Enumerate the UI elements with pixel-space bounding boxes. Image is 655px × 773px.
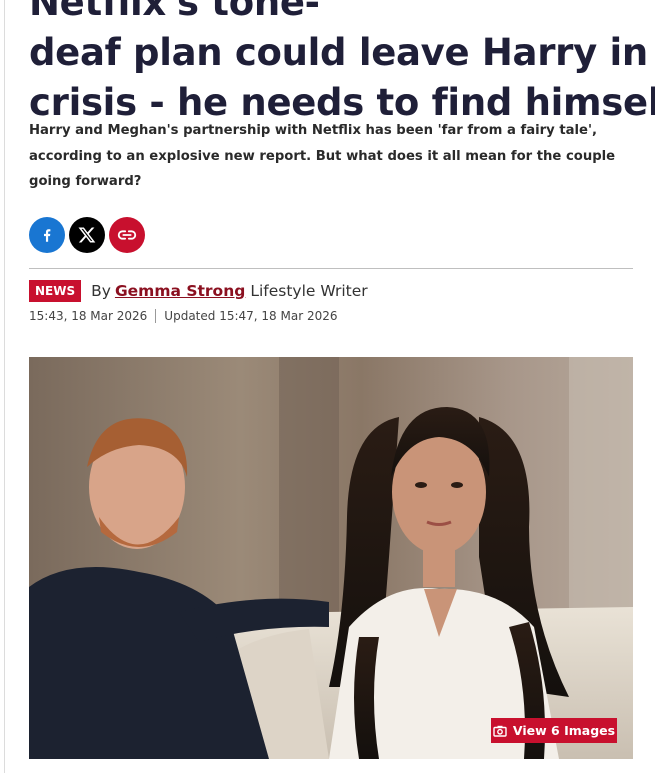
left-border xyxy=(4,0,5,773)
facebook-icon xyxy=(44,229,51,242)
view-gallery-button[interactable]: View 6 Images xyxy=(491,718,617,743)
by-prefix: By xyxy=(91,282,111,300)
hero-image[interactable] xyxy=(29,357,633,759)
hero-photo xyxy=(29,357,633,759)
copy-link-button[interactable] xyxy=(109,217,145,253)
timestamp-separator xyxy=(155,309,157,323)
article-headline: Netflix's tone- deaf plan could leave Ha… xyxy=(29,0,655,128)
share-x-button[interactable] xyxy=(69,217,105,253)
author-link[interactable]: Gemma Strong xyxy=(115,282,245,300)
byline: NEWS By Gemma Strong Lifestyle Writer xyxy=(29,278,368,304)
headline-line-2: deaf plan could leave Harry in xyxy=(29,31,648,74)
published-time: 15:43, 18 Mar 2026 xyxy=(29,309,148,323)
share-bar xyxy=(29,217,145,253)
category-badge[interactable]: NEWS xyxy=(29,280,82,302)
author-role: Lifestyle Writer xyxy=(250,282,368,300)
share-facebook-button[interactable] xyxy=(29,217,65,253)
headline-line-1: Netflix's tone- xyxy=(29,0,320,24)
updated-time: Updated 15:47, 18 Mar 2026 xyxy=(164,309,338,323)
article-timestamps: 15:43, 18 Mar 2026 Updated 15:47, 18 Mar… xyxy=(29,309,337,323)
article-standfirst: Harry and Meghan's partnership with Netf… xyxy=(29,123,616,189)
x-icon xyxy=(78,227,96,243)
gallery-label: View 6 Images xyxy=(512,723,616,738)
byline-divider xyxy=(29,268,633,269)
link-icon xyxy=(117,230,137,240)
camera-icon xyxy=(493,725,507,737)
